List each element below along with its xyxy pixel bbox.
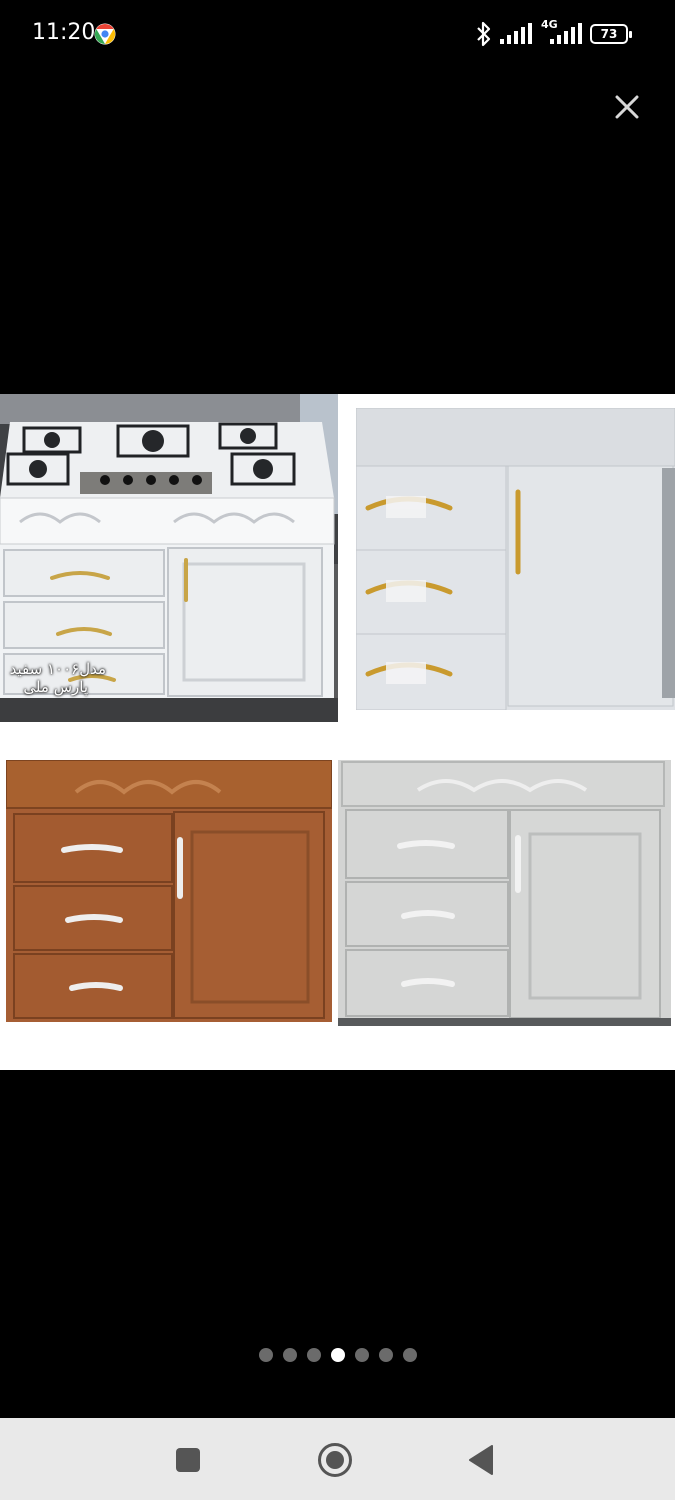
caption-line: مدل۱۰۰۶ سفید	[9, 660, 106, 678]
status-bar: 11:20 4G 73	[0, 0, 675, 68]
pager-dot[interactable]	[282, 1348, 297, 1362]
cabinet-illustration	[338, 760, 671, 1026]
cabinet-illustration	[356, 408, 675, 710]
close-icon[interactable]	[608, 88, 646, 126]
pager-dot[interactable]	[258, 1348, 273, 1362]
home-button[interactable]	[313, 1438, 357, 1482]
signal-icon	[550, 23, 582, 44]
signal-icon	[500, 23, 532, 44]
product-photo-grey-gold	[356, 408, 675, 710]
pager-dot[interactable]	[306, 1348, 321, 1362]
pager-dot[interactable]	[354, 1348, 369, 1362]
back-triangle-icon	[469, 1445, 493, 1475]
system-nav-bar	[0, 1418, 675, 1500]
product-photo-wood	[6, 760, 332, 1022]
battery-icon: 73	[590, 24, 632, 44]
square-icon	[176, 1448, 200, 1472]
battery-percent: 73	[600, 27, 618, 41]
product-photo-white-hob: مدل۱۰۰۶ سفید پارس ملی	[0, 394, 338, 722]
product-photo-light-grey	[338, 760, 671, 1026]
image-viewer[interactable]: مدل۱۰۰۶ سفید پارس ملی	[0, 394, 675, 1070]
back-button[interactable]	[459, 1438, 503, 1482]
photo-caption: مدل۱۰۰۶ سفید پارس ملی	[2, 660, 106, 696]
cabinet-illustration	[6, 760, 332, 1022]
recents-button[interactable]	[166, 1438, 210, 1482]
chrome-icon	[94, 23, 116, 45]
home-circle-icon	[318, 1443, 352, 1477]
image-pager	[0, 1348, 675, 1366]
caption-line: پارس ملی	[23, 678, 88, 696]
pager-dot[interactable]	[378, 1348, 393, 1362]
pager-dot[interactable]	[330, 1348, 345, 1362]
pager-dot[interactable]	[402, 1348, 417, 1362]
bluetooth-icon	[477, 21, 491, 47]
clock: 11:20	[32, 20, 96, 45]
